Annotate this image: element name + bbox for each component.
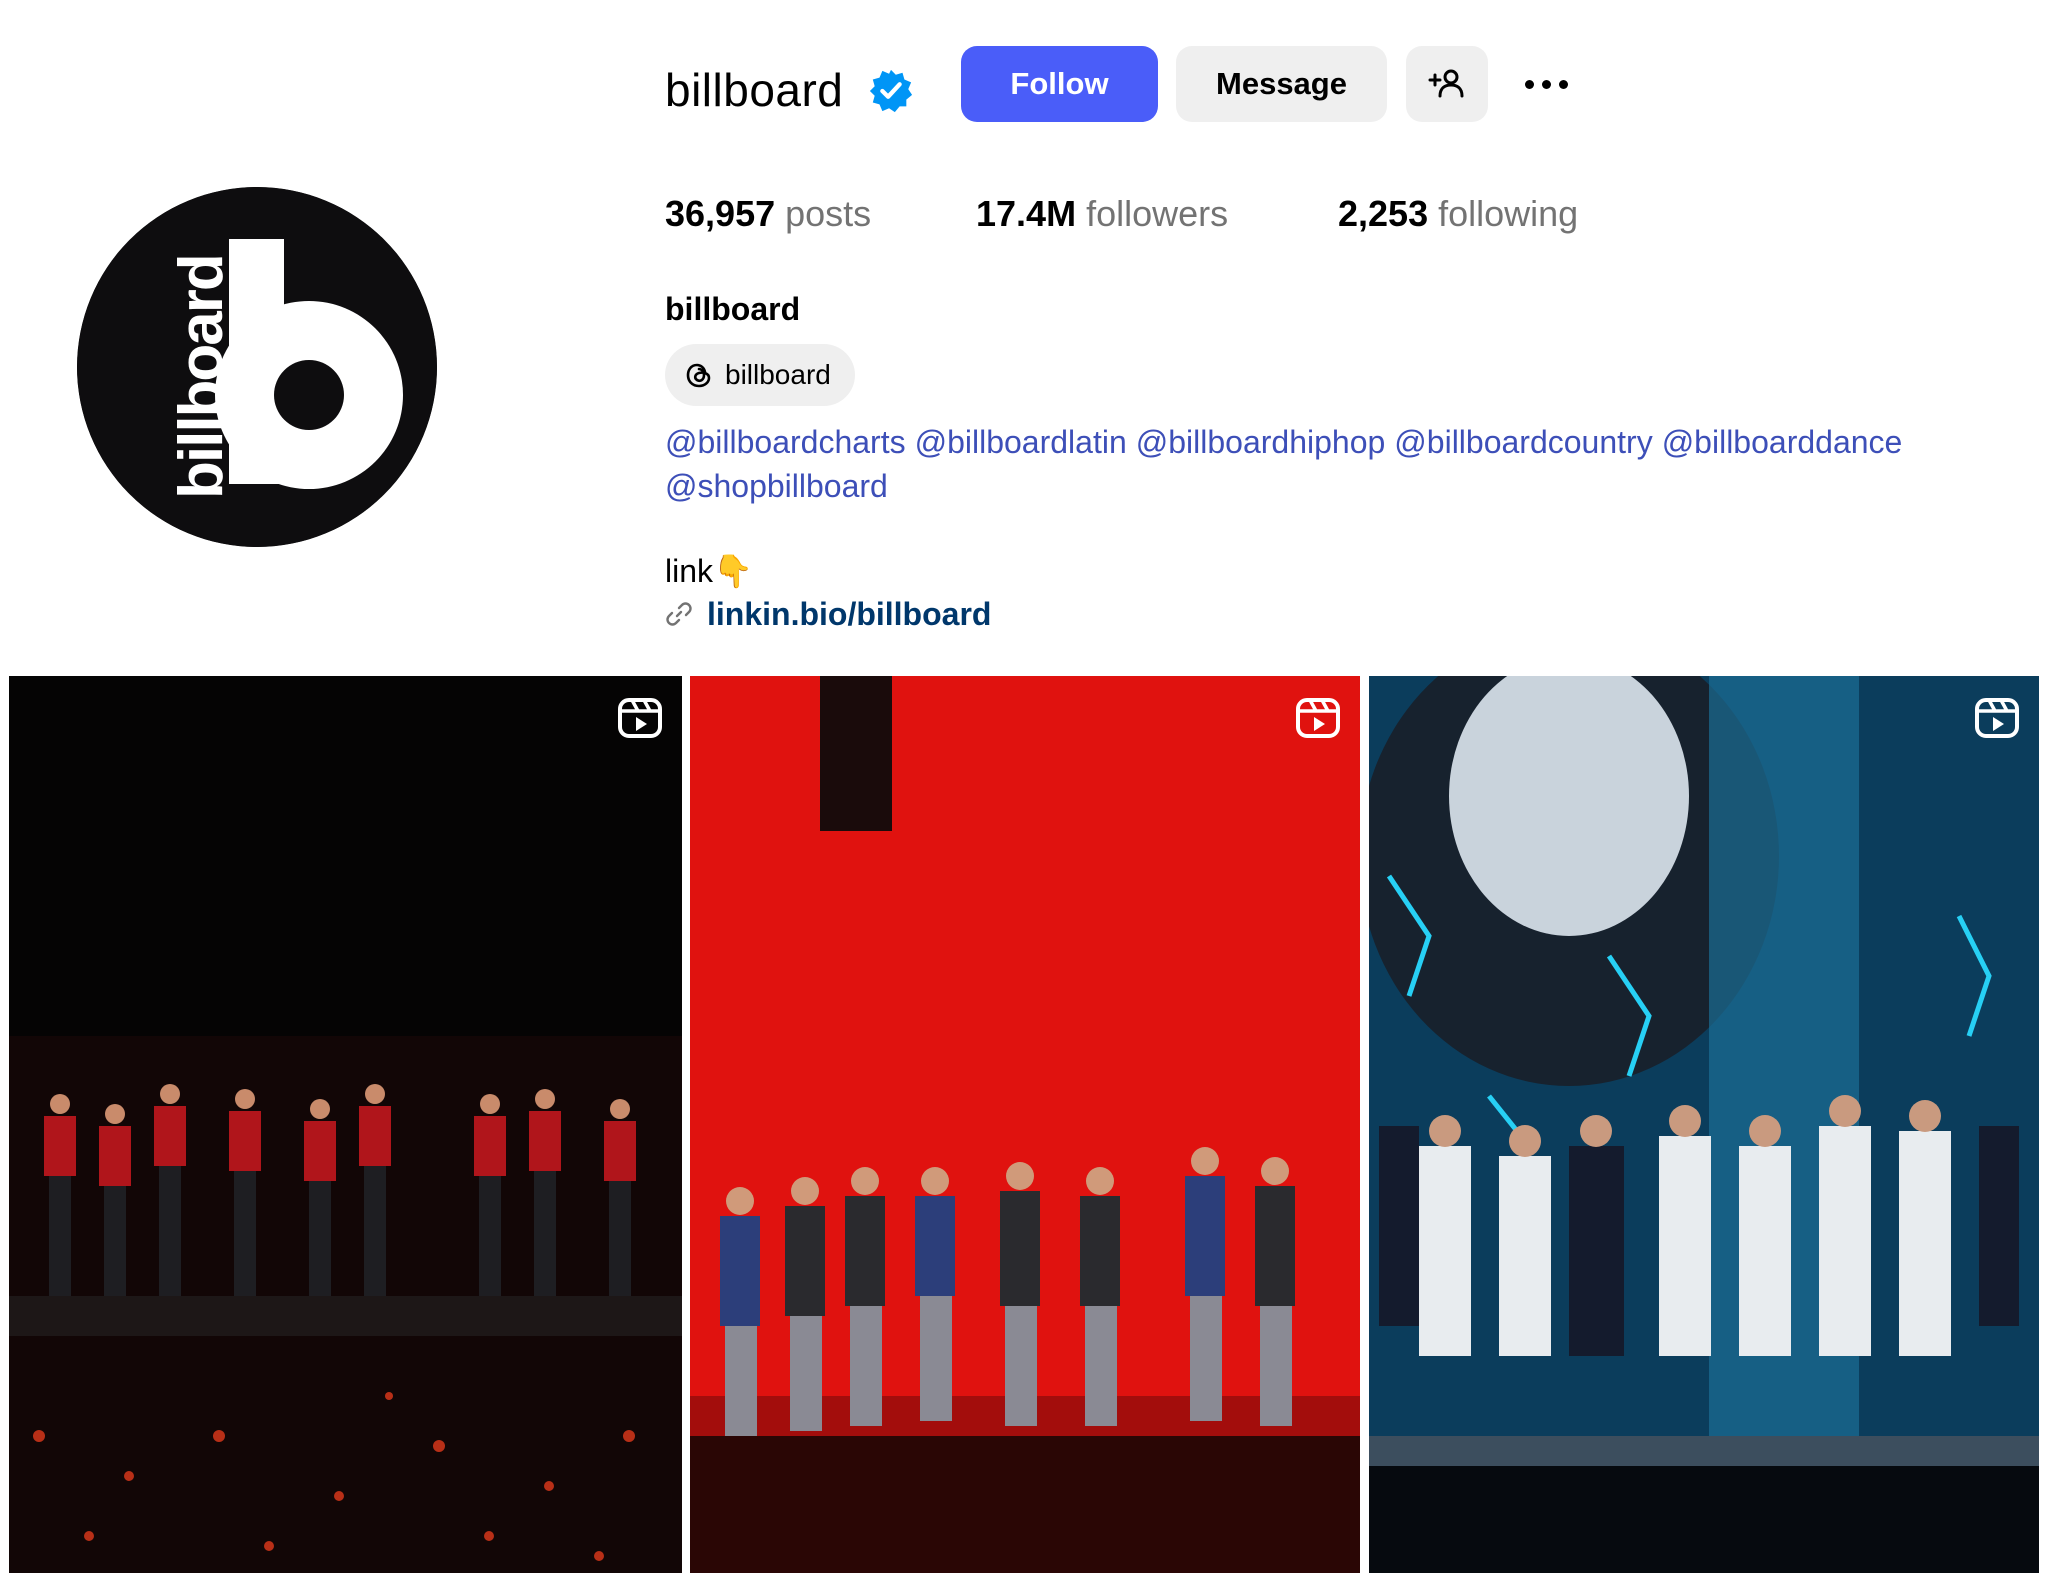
stat-followers-label: followers [1086, 193, 1229, 234]
mention-link[interactable]: @billboardcountry [1394, 424, 1652, 460]
concert-photo-red [690, 676, 1360, 1573]
mention-link[interactable]: @billboardhiphop [1136, 424, 1386, 460]
stat-following[interactable]: 2,253 following [1338, 190, 1578, 238]
stat-following-label: following [1438, 193, 1579, 234]
reel-icon [1975, 698, 2019, 738]
stat-followers-value: 17.4M [976, 193, 1077, 234]
concert-photo-dark [9, 676, 682, 1573]
follow-button[interactable]: Follow [961, 46, 1158, 122]
stat-following-value: 2,253 [1338, 193, 1429, 234]
threads-icon [686, 363, 711, 388]
profile-username: billboard [665, 64, 844, 116]
mention-link[interactable]: @billboarddance [1662, 424, 1903, 460]
add-user-button[interactable] [1406, 46, 1488, 122]
post-thumbnail[interactable] [690, 676, 1360, 1573]
stat-followers[interactable]: 17.4M followers [976, 190, 1228, 238]
mention-link[interactable]: @billboardlatin [915, 424, 1127, 460]
reel-icon [618, 698, 662, 738]
reel-icon [1296, 698, 1340, 738]
svg-text:billboard: billboard [167, 255, 236, 499]
more-options-icon[interactable] [1508, 60, 1584, 108]
threads-badge-button[interactable]: billboard [665, 344, 855, 406]
verified-badge-icon [868, 68, 914, 114]
message-button[interactable]: Message [1176, 46, 1387, 122]
mention-link[interactable]: @billboardcharts [665, 424, 906, 460]
stat-posts-value: 36,957 [665, 193, 776, 234]
bio-name: billboard [665, 291, 801, 327]
post-thumbnail[interactable] [9, 676, 682, 1573]
concert-photo-blue [1369, 676, 2039, 1573]
bio-link-url: linkin.bio/billboard [707, 595, 992, 632]
stat-posts-label: posts [785, 193, 872, 234]
bio-link-intro: link👇 [665, 553, 753, 589]
post-thumbnail[interactable] [1369, 676, 2039, 1573]
bio-mentions: @billboardcharts @billboardlatin @billboar… [665, 420, 2005, 508]
mention-link[interactable]: @shopbillboard [665, 468, 888, 504]
billboard-logo: billboard [77, 187, 437, 547]
stat-posts: 36,957 posts [665, 190, 871, 238]
profile-avatar[interactable]: billboard [77, 187, 437, 547]
threads-badge-label: billboard [725, 359, 831, 390]
add-user-icon [1428, 69, 1464, 98]
bio-link[interactable]: linkin.bio/billboard [665, 592, 991, 636]
link-icon [666, 602, 692, 626]
